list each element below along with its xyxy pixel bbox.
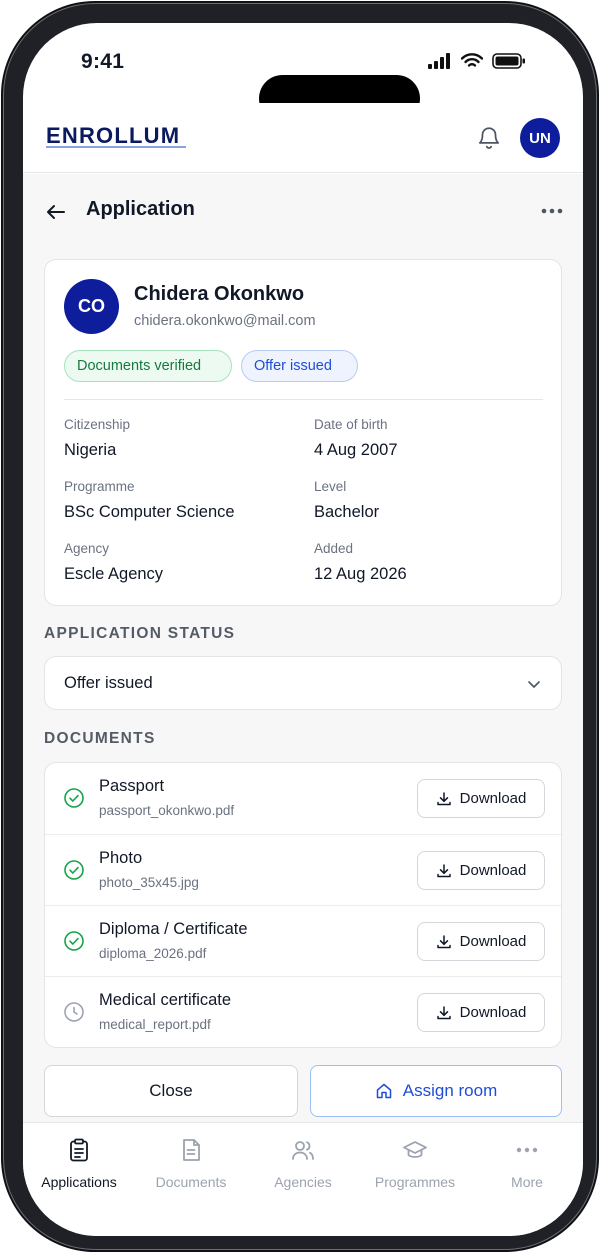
field-label: Agency [64,541,110,556]
user-avatar[interactable]: UN [520,118,560,158]
wifi-icon [461,53,483,67]
back-arrow-icon[interactable] [44,200,68,224]
nav-agencies[interactable]: Agencies [247,1137,359,1197]
document-name: Passport [99,777,165,795]
nav-applications[interactable]: Applications [23,1137,135,1197]
document-filename: diploma_2026.pdf [99,946,207,961]
field-level: Level Bachelor [314,479,379,522]
field-label: Date of birth [314,417,388,432]
nav-label: Agencies [274,1174,332,1190]
more-options-icon[interactable] [540,204,564,218]
field-date-of-birth: Date of birth 4 Aug 2007 [314,417,398,460]
field-value: Bachelor [314,503,380,521]
more-dots-icon [516,1147,538,1153]
battery-icon [492,53,525,69]
status-time: 9:41 [81,50,125,73]
documents-verified-badge: Documents verified [64,350,232,382]
nav-documents[interactable]: Documents [135,1137,247,1197]
offer-issued-badge: Offer issued [241,350,358,382]
bell-icon[interactable] [476,125,502,151]
chevron-down-icon [528,681,540,688]
download-icon [436,863,451,877]
field-programme: Programme BSc Computer Science [64,479,235,522]
field-value: Escle Agency [64,565,164,583]
field-added: Added 12 Aug 2026 [314,541,407,584]
document-name: Photo [99,849,143,867]
document-name: Diploma / Certificate [99,920,248,938]
assign-room-button[interactable]: Assign room [310,1065,562,1117]
field-label: Level [314,479,347,494]
applicant-card: CO Chidera Okonkwo chidera.okonkwo@mail.… [44,259,562,606]
nav-label: Programmes [374,1174,456,1190]
documents-list: Passport passport_okonkwo.pdf Download P… [44,762,562,1048]
documents-heading: DOCUMENTS [44,730,156,747]
users-icon [292,1141,314,1160]
field-value: 12 Aug 2026 [314,565,407,583]
clock-icon [64,1002,84,1022]
nav-label: Applications [41,1174,117,1190]
download-label: Download [459,790,527,807]
check-circle-icon [64,860,84,880]
screen: 9:41 ENROLLUM UN Application CO Chidera … [23,23,583,1236]
status-bar: 9:41 [23,23,583,122]
field-value: Nigeria [64,441,117,459]
page-title: Application [86,198,195,220]
document-name: Medical certificate [99,991,232,1009]
document-filename: passport_okonkwo.pdf [99,803,235,818]
document-filename: medical_report.pdf [99,1017,211,1032]
page-header: Application [44,196,564,226]
download-label: Download [459,933,527,950]
field-value: BSc Computer Science [64,503,235,521]
application-status-heading: APPLICATION STATUS [44,625,236,642]
download-icon [436,934,451,948]
signal-icon [428,53,450,69]
document-icon [183,1139,200,1161]
status-select-value: Offer issued [64,674,153,692]
check-circle-icon [64,788,84,808]
divider [64,399,543,400]
applicant-email: chidera.okonkwo@mail.com [134,313,316,329]
clipboard-icon [70,1138,88,1162]
close-button[interactable]: Close [44,1065,298,1117]
field-agency: Agency Escle Agency [64,541,163,584]
application-status-select[interactable]: Offer issued [44,656,562,710]
applicant-name: Chidera Okonkwo [134,283,305,305]
graduation-cap-icon [403,1141,427,1158]
field-value: 4 Aug 2007 [314,441,398,459]
document-row-photo: Photo photo_35x45.jpg Download [45,834,561,905]
applicant-avatar: CO [64,279,119,334]
download-label: Download [459,862,527,879]
svg-text:ENROLLUM: ENROLLUM [46,123,180,148]
main-content: Application CO Chidera Okonkwo chidera.o… [23,174,583,1122]
logo-wordmark: ENROLLUM [46,123,186,148]
field-citizenship: Citizenship Nigeria [64,417,130,460]
check-circle-icon [64,931,84,951]
download-button[interactable]: Download [417,851,545,890]
download-icon [436,1005,451,1019]
download-button[interactable]: Download [417,779,545,818]
document-filename: photo_35x45.jpg [99,875,199,890]
home-icon [376,1083,391,1099]
download-label: Download [459,1004,527,1021]
phone-frame: 9:41 ENROLLUM UN Application CO Chidera … [3,3,597,1250]
download-button[interactable]: Download [417,993,545,1032]
document-row-diploma: Diploma / Certificate diploma_2026.pdf D… [45,905,561,976]
nav-label: Documents [155,1174,227,1190]
nav-programmes[interactable]: Programmes [359,1137,471,1197]
enrollum-logo[interactable]: ENROLLUM [46,123,191,154]
assign-room-label: Assign room [402,1081,498,1100]
field-label: Programme [64,479,135,494]
field-label: Citizenship [64,417,131,432]
document-row-medical: Medical certificate medical_report.pdf D… [45,976,561,1047]
download-icon [436,791,451,805]
download-button[interactable]: Download [417,922,545,961]
bottom-nav: Applications Documents Agencies Programm… [23,1122,583,1236]
nav-label: More [511,1174,543,1190]
field-label: Added [314,541,354,556]
document-row-passport: Passport passport_okonkwo.pdf Download [45,763,561,834]
status-icons [428,53,526,69]
app-header: ENROLLUM UN [23,103,583,173]
nav-more[interactable]: More [471,1137,583,1197]
